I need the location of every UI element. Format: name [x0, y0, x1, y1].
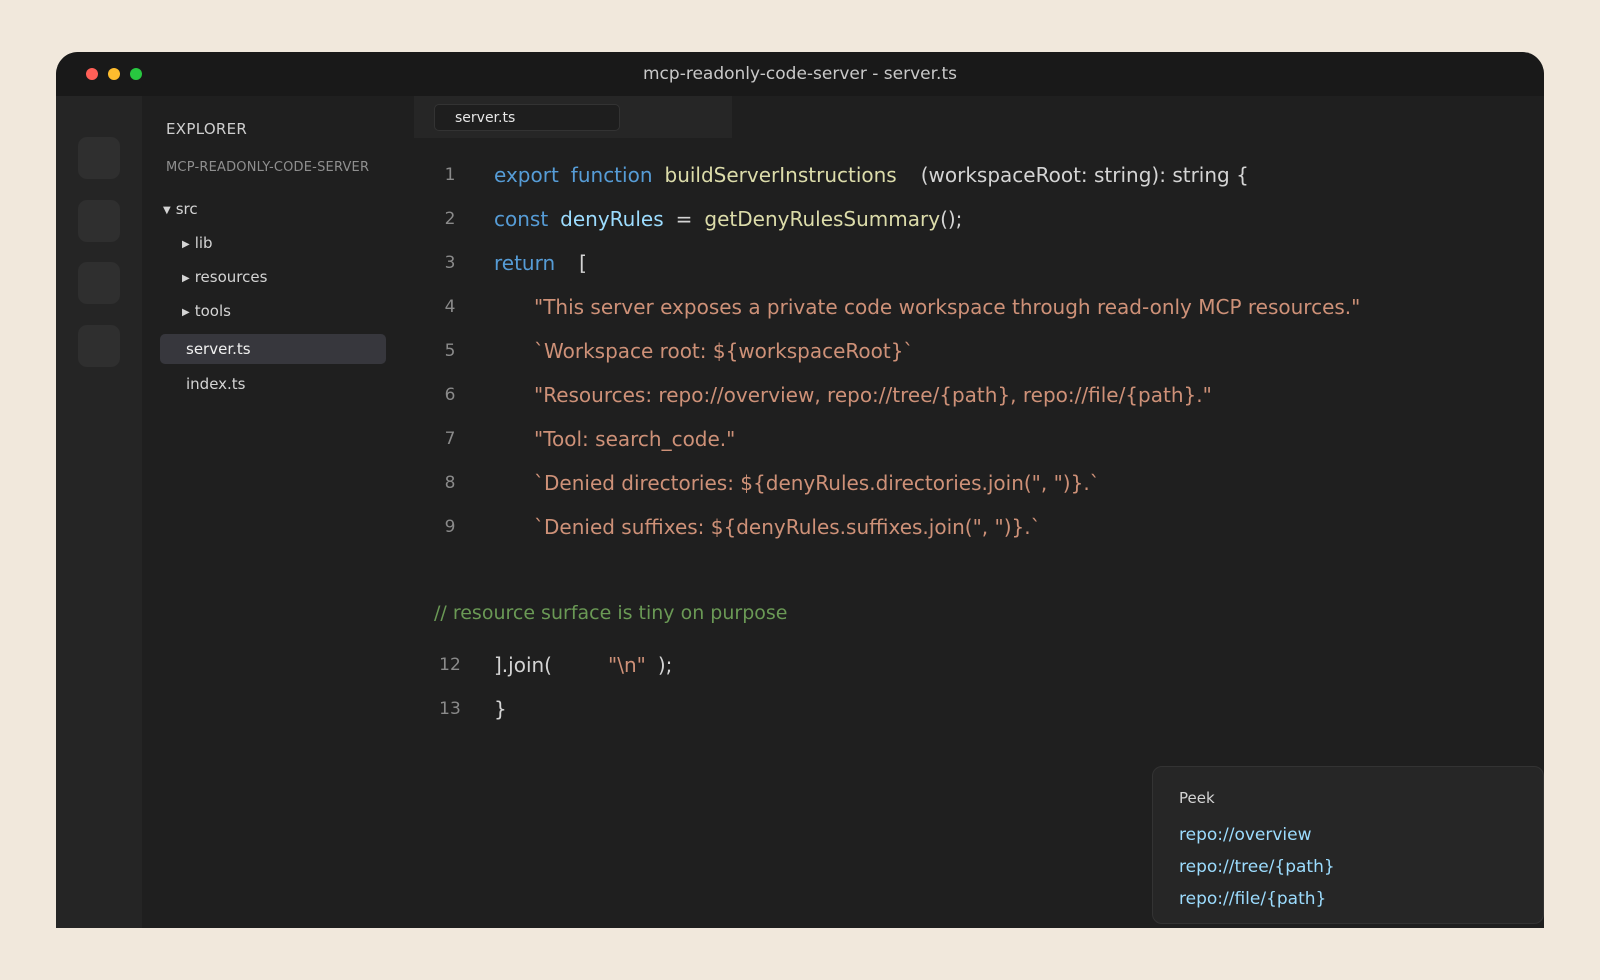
token-operator: = — [675, 207, 693, 231]
tree-folder-lib[interactable]: ▶ lib — [182, 234, 213, 252]
explorer-panel: EXPLORER MCP-READONLY-CODE-SERVER ▼ src ▶… — [142, 96, 414, 928]
token-function: buildServerInstructions — [664, 163, 897, 187]
activity-item-1[interactable] — [78, 137, 120, 179]
token-string: `Denied suffixes: ${denyRules.suffixes.j… — [534, 515, 1041, 539]
token-keyword: const — [494, 207, 549, 231]
tree-folder-label: resources — [194, 268, 268, 286]
line-number: 3 — [444, 253, 456, 273]
line-number: 2 — [444, 209, 456, 229]
activity-item-4[interactable] — [78, 325, 120, 367]
token-variable: denyRules — [560, 207, 664, 231]
tree-folder-tools[interactable]: ▶ tools — [182, 302, 231, 320]
token-plain: ); — [657, 653, 673, 677]
title-bar: mcp-readonly-code-server - server.ts — [56, 52, 1544, 96]
peek-title: Peek — [1179, 789, 1215, 807]
token-keyword: export — [494, 163, 559, 187]
caret-right-icon: ▶ — [182, 307, 190, 318]
tab-server-ts[interactable]: server.ts — [434, 104, 620, 131]
activity-item-3[interactable] — [78, 262, 120, 304]
token-string: `Workspace root: ${workspaceRoot}` — [534, 339, 914, 363]
window-title: mcp-readonly-code-server - server.ts — [643, 64, 957, 84]
token-string: "This server exposes a private code work… — [534, 295, 1361, 319]
token-keyword: return — [494, 251, 556, 275]
line-number: 4 — [444, 297, 456, 317]
code-text: return [ — [494, 248, 587, 278]
tree-folder-label: src — [175, 200, 198, 218]
token-plain: ].join( — [494, 653, 552, 677]
line-number: 1 — [444, 165, 456, 185]
token-string: "Tool: search_code." — [534, 427, 736, 451]
line-number: 6 — [444, 385, 456, 405]
peek-link-overview[interactable]: repo://overview — [1179, 825, 1312, 845]
line-number: 9 — [444, 517, 456, 537]
caret-down-icon: ▼ — [163, 205, 171, 216]
tree-file-server-ts[interactable]: server.ts — [160, 334, 386, 364]
activity-bar — [56, 96, 142, 928]
editor-window: mcp-readonly-code-server - server.ts EXP… — [56, 52, 1544, 928]
code-text: const denyRules = getDenyRulesSummary(); — [494, 204, 962, 234]
tree-folder-resources[interactable]: ▶ resources — [182, 268, 267, 286]
peek-link-file[interactable]: repo://file/{path} — [1179, 889, 1326, 909]
token-plain: } — [494, 697, 507, 721]
tree-folder-label: tools — [194, 302, 231, 320]
token-plain: (workspaceRoot: string): string { — [920, 163, 1249, 187]
caret-right-icon: ▶ — [182, 239, 190, 250]
line-number: 12 — [439, 655, 461, 675]
caret-right-icon: ▶ — [182, 273, 190, 284]
peek-link-tree[interactable]: repo://tree/{path} — [1179, 857, 1335, 877]
activity-item-2[interactable] — [78, 200, 120, 242]
code-text: ].join( "\n"); — [494, 650, 672, 680]
explorer-title: EXPLORER — [166, 120, 248, 138]
token-string: "\n" — [608, 653, 646, 677]
tree-folder-src[interactable]: ▼ src — [163, 200, 198, 218]
code-comment: // resource surface is tiny on purpose — [434, 602, 788, 624]
line-number: 5 — [444, 341, 456, 361]
tab-strip: server.ts — [414, 96, 732, 138]
project-name[interactable]: MCP-READONLY-CODE-SERVER — [166, 160, 369, 175]
token-string: "Resources: repo://overview, repo://tree… — [534, 383, 1212, 407]
token-keyword: function — [570, 163, 653, 187]
code-text: export function buildServerInstructions (wo… — [494, 160, 1249, 190]
tree-folder-label: lib — [194, 234, 213, 252]
line-number: 8 — [444, 473, 456, 493]
line-number: 13 — [439, 699, 461, 719]
peek-panel: Peek repo://overview repo://tree/{path} … — [1152, 766, 1544, 924]
token-plain: [ — [579, 251, 587, 275]
token-string: `Denied directories: ${denyRules.directo… — [534, 471, 1100, 495]
token-plain: (); — [940, 207, 963, 231]
tree-file-index-ts[interactable]: index.ts — [160, 369, 386, 399]
line-number: 7 — [444, 429, 456, 449]
token-function: getDenyRulesSummary — [704, 207, 941, 231]
